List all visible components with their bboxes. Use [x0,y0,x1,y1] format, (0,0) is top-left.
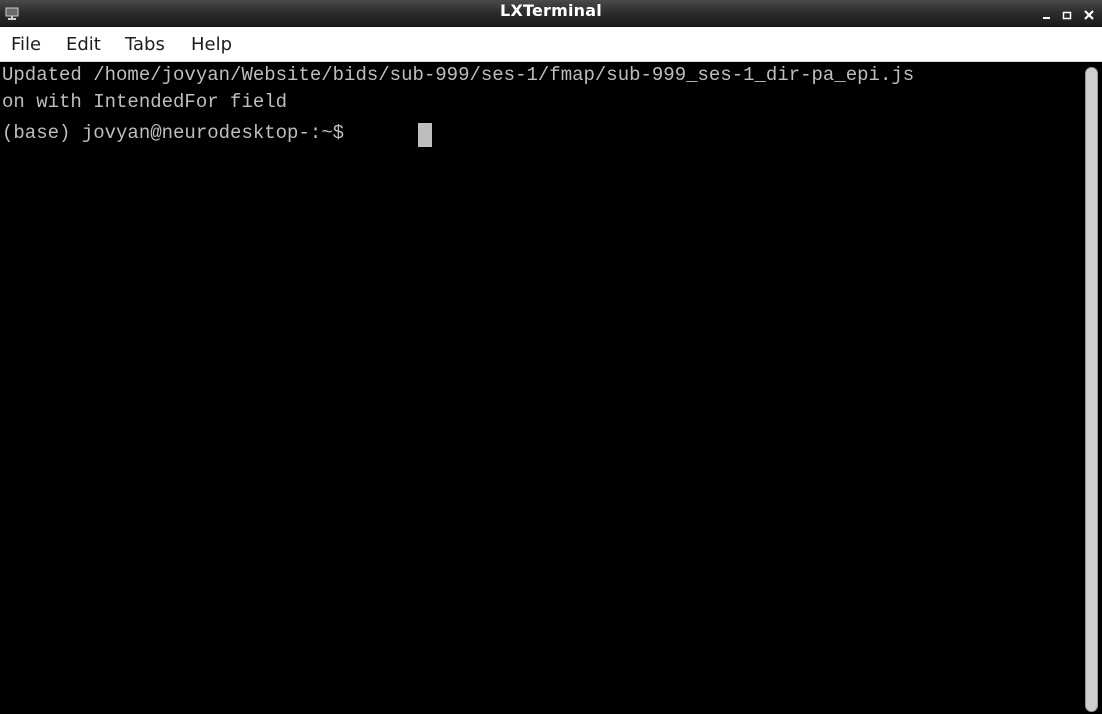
terminal-prompt: (base) jovyan@neurodesktop-:~$ [2,122,356,144]
terminal-area[interactable]: Updated /home/jovyan/Website/bids/sub-99… [0,62,1083,714]
minimize-icon[interactable] [1041,6,1053,19]
terminal-window: LXTerminal File Edit Tabs Help Updated /… [0,0,1102,714]
scrollbar-thumb[interactable] [1085,67,1098,712]
menu-edit[interactable]: Edit [66,27,101,62]
menu-help[interactable]: Help [191,27,232,62]
menu-bar: File Edit Tabs Help [0,27,1102,62]
window-title: LXTerminal [500,1,602,20]
title-bar[interactable]: LXTerminal [0,0,1102,27]
menu-tabs[interactable]: Tabs [125,27,165,62]
close-icon[interactable] [1083,6,1095,20]
terminal-output-line: Updated /home/jovyan/Website/bids/sub-99… [2,64,915,86]
vertical-scrollbar[interactable] [1083,62,1102,714]
menu-file[interactable]: File [11,27,41,62]
block-cursor [418,123,432,147]
terminal-output-line: on with IntendedFor field [2,91,288,113]
maximize-icon[interactable] [1061,6,1073,20]
